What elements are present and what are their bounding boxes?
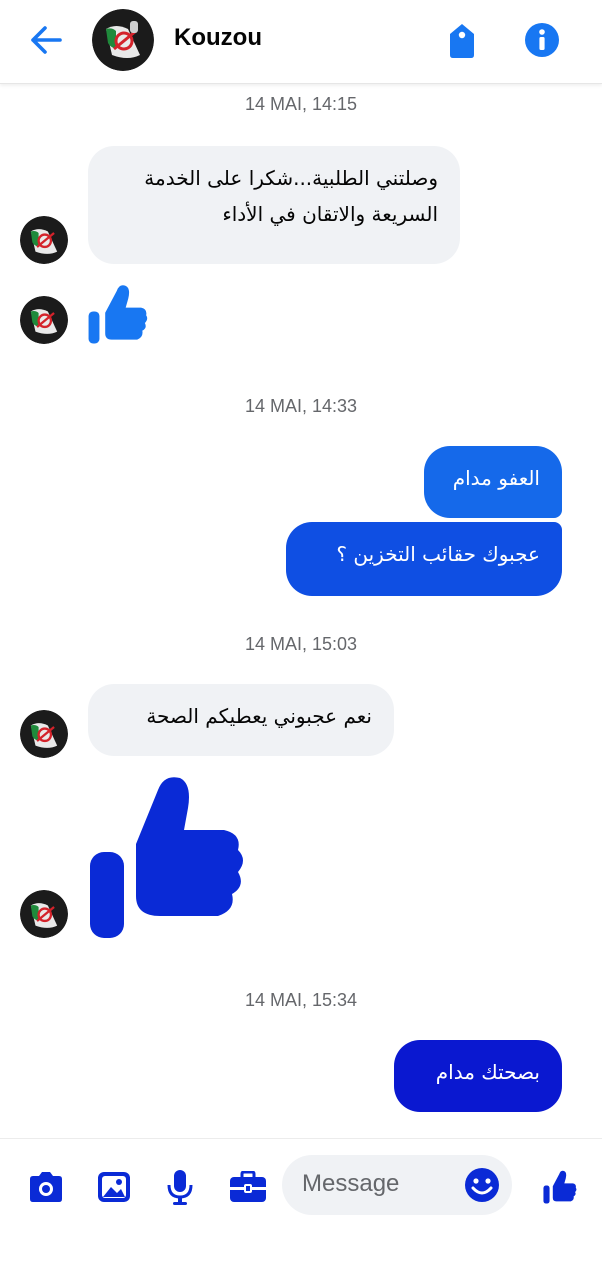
outgoing-message[interactable]: عجبوك حقائب التخزين ؟: [286, 522, 562, 596]
back-button[interactable]: [22, 18, 70, 62]
emoji-icon: [465, 1168, 499, 1202]
message-timestamp: 14 MAI, 14:15: [244, 94, 358, 114]
message-text: نعم عجبوني يعطيكم الصحة: [146, 704, 372, 728]
chat-header: Kouzou: [0, 0, 602, 84]
incoming-message[interactable]: وصلتني الطلبية...شكرا على الخدمة السريعة…: [88, 146, 460, 264]
tag-button[interactable]: [442, 18, 482, 64]
microphone-icon: [167, 1170, 193, 1205]
contact-name[interactable]: Kouzou: [174, 24, 262, 52]
incoming-message[interactable]: نعم عجبوني يعطيكم الصحة: [88, 684, 394, 756]
briefcase-icon: [230, 1171, 266, 1202]
message-text-line: السريعة والاتقان في الأداء: [222, 202, 438, 226]
sender-avatar: [20, 216, 68, 264]
message-composer: Message: [0, 1138, 602, 1280]
message-input-placeholder: Message: [302, 1170, 400, 1197]
thumbs-up-icon: [88, 285, 148, 344]
sender-avatar: [20, 710, 68, 758]
thumbs-up-icon: [543, 1170, 577, 1204]
info-button[interactable]: [520, 18, 564, 62]
message-text-line: وصلتني الطلبية...شكرا على الخدمة: [144, 166, 438, 190]
like-sticker-large[interactable]: [88, 774, 248, 942]
outgoing-message[interactable]: بصحتك مدام: [394, 1040, 562, 1112]
business-tools-button[interactable]: [224, 1163, 272, 1211]
tag-icon: [450, 24, 474, 58]
emoji-button[interactable]: [460, 1163, 504, 1207]
thumbs-up-icon: [90, 777, 243, 938]
contact-avatar[interactable]: [92, 9, 154, 71]
like-sticker[interactable]: [86, 282, 150, 346]
camera-icon: [30, 1172, 62, 1202]
message-text: بصحتك مدام: [435, 1060, 540, 1084]
back-arrow-icon: [31, 26, 62, 54]
voice-button[interactable]: [156, 1163, 204, 1211]
sender-avatar: [20, 296, 68, 344]
outgoing-message[interactable]: العفو مدام: [424, 446, 562, 518]
sender-avatar: [20, 890, 68, 938]
gallery-button[interactable]: [90, 1163, 138, 1211]
message-text: العفو مدام: [452, 466, 540, 490]
like-button[interactable]: [536, 1163, 584, 1211]
info-icon: [525, 23, 559, 57]
message-timestamp: 14 MAI, 15:03: [244, 634, 358, 654]
message-timestamp: 14 MAI, 15:34: [244, 990, 358, 1010]
message-timestamp: 14 MAI, 14:33: [244, 396, 358, 416]
message-text: عجبوك حقائب التخزين ؟: [336, 542, 540, 566]
image-icon: [98, 1172, 130, 1202]
camera-button[interactable]: [22, 1163, 70, 1211]
